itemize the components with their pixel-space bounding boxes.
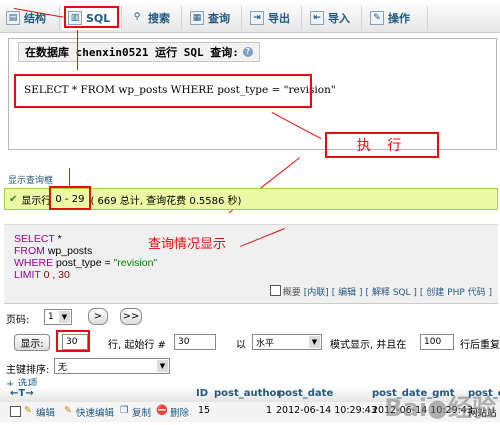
last-page-button[interactable]: >>: [120, 308, 142, 325]
sql-legend: 在数据库 chenxin0521 运行 SQL 查询: ?: [18, 42, 260, 62]
quick-edit-icon: ✎: [64, 405, 72, 416]
column-header-post-author[interactable]: post_author: [214, 388, 281, 399]
copy-row-link[interactable]: 复制: [132, 405, 151, 419]
sql-tab-highlight: [64, 6, 119, 28]
tab-label: 导入: [328, 12, 350, 25]
page-value: 1: [48, 312, 54, 322]
profiling-checkbox[interactable]: 概要: [269, 285, 301, 298]
edit-link[interactable]: [ 编辑 ]: [332, 285, 363, 298]
query-links: 概要 [内联] [ 编辑 ] [ 解释 SQL ] [ 创建 PHP 代码 ]: [269, 285, 492, 298]
mode-label: 以: [236, 340, 246, 351]
execute-annotation: 执 行: [325, 132, 439, 158]
sql-legend-text: 在数据库 chenxin0521 运行 SQL 查询:: [25, 46, 239, 59]
mode-select[interactable]: 水平 ▼: [252, 334, 322, 350]
sql-keyword: FROM: [14, 245, 45, 257]
quick-edit-link[interactable]: 快速编辑: [76, 405, 114, 419]
watermark-logo: Bai●经验: [384, 394, 496, 422]
profiling-label: 概要: [282, 288, 301, 298]
executed-sql: SELECT * FROM wp_posts WHERE post_type =…: [14, 233, 157, 281]
range-highlight: [49, 186, 91, 210]
execute-annotation-text: 执 行: [356, 138, 408, 154]
edit-icon: ✎: [24, 405, 32, 416]
tab-import[interactable]: ⇤ 导入: [304, 6, 362, 30]
cell-post-date: 2012-06-14 10:29:43: [276, 405, 377, 416]
tab-label: 搜索: [148, 12, 170, 25]
annotation-arrow: [77, 30, 78, 70]
query-icon: ▦: [190, 11, 204, 25]
wrench-icon: ✎: [370, 11, 384, 25]
row-checkbox[interactable]: [10, 406, 21, 417]
query-result-annotation: 查询情况显示: [148, 237, 227, 252]
tab-export[interactable]: ⇥ 导出: [244, 6, 302, 30]
tab-operations[interactable]: ✎ 操作: [364, 6, 428, 30]
mode-suffix-label: 模式显示, 并且在: [330, 340, 407, 351]
executed-query-panel: SELECT * FROM wp_posts WHERE post_type =…: [4, 224, 498, 304]
search-icon: ⚲: [133, 12, 141, 22]
column-header-post-date[interactable]: post_date: [278, 388, 333, 399]
tab-label: 操作: [388, 12, 410, 25]
page-select[interactable]: 1 ▼: [44, 309, 72, 325]
sort-label: 主键排序:: [6, 365, 50, 376]
help-icon[interactable]: ?: [242, 47, 253, 57]
result-detail: ( 669 总计, 查询花费 0.5586 秒): [90, 195, 242, 207]
inline-edit-link[interactable]: [内联]: [304, 285, 329, 298]
start-row-label: 行, 起始行 #: [108, 340, 166, 351]
sql-text: *: [54, 233, 62, 245]
tab-label: 查询: [208, 12, 230, 25]
result-prefix: 显示行: [21, 195, 52, 207]
annotation-arrow: [69, 168, 70, 186]
structure-icon: ▤: [6, 11, 20, 25]
chevron-down-icon: ▼: [59, 311, 70, 323]
success-check-icon: ✔: [9, 193, 18, 205]
sql-keyword: LIMIT: [14, 269, 41, 281]
copy-icon: ❐: [120, 405, 129, 416]
column-arrows-icon[interactable]: ←T→: [10, 388, 34, 399]
tab-search[interactable]: ⚲ 搜索: [124, 6, 182, 30]
sql-string: "revision": [113, 257, 158, 269]
delete-icon: ⛔: [156, 405, 168, 416]
mode-value: 水平: [256, 338, 275, 349]
query-highlight: [14, 74, 312, 108]
sql-keyword: WHERE: [14, 257, 54, 269]
sql-text: 0 , 30: [40, 269, 70, 281]
sort-value: 无: [58, 362, 68, 373]
sql-keyword: SELECT: [14, 233, 55, 245]
next-page-button[interactable]: >: [88, 308, 108, 325]
page-label: 页码:: [6, 315, 30, 326]
sort-select[interactable]: 无 ▼: [54, 358, 170, 374]
column-header-id[interactable]: ID: [196, 388, 208, 399]
delete-row-link[interactable]: 删除: [170, 405, 189, 419]
explain-sql-link[interactable]: [ 解释 SQL ]: [365, 285, 416, 298]
tab-label: 导出: [268, 12, 290, 25]
start-row-input[interactable]: 30: [174, 334, 216, 350]
show-button[interactable]: 显示:: [14, 334, 50, 351]
chevron-down-icon: ▼: [157, 360, 168, 372]
repeat-suffix-label: 行后重复: [460, 340, 500, 351]
show-query-box-link[interactable]: 显示查询框: [8, 173, 53, 186]
tab-query[interactable]: ▦ 查询: [184, 6, 242, 30]
sql-text: post_type =: [53, 257, 114, 269]
create-php-link[interactable]: [ 创建 PHP 代码 ]: [420, 285, 492, 298]
sql-text: wp_posts: [44, 245, 93, 257]
cell-id: 15: [198, 405, 211, 416]
tab-structure[interactable]: ▤ 结构: [0, 6, 60, 30]
import-icon: ⇤: [310, 11, 324, 25]
export-icon: ⇥: [250, 11, 264, 25]
repeat-input[interactable]: 100: [420, 334, 454, 350]
rows-highlight: [56, 330, 90, 352]
edit-row-link[interactable]: 编辑: [36, 405, 55, 419]
chevron-down-icon: ▼: [309, 336, 320, 348]
cell-post-author: 1: [266, 405, 273, 416]
